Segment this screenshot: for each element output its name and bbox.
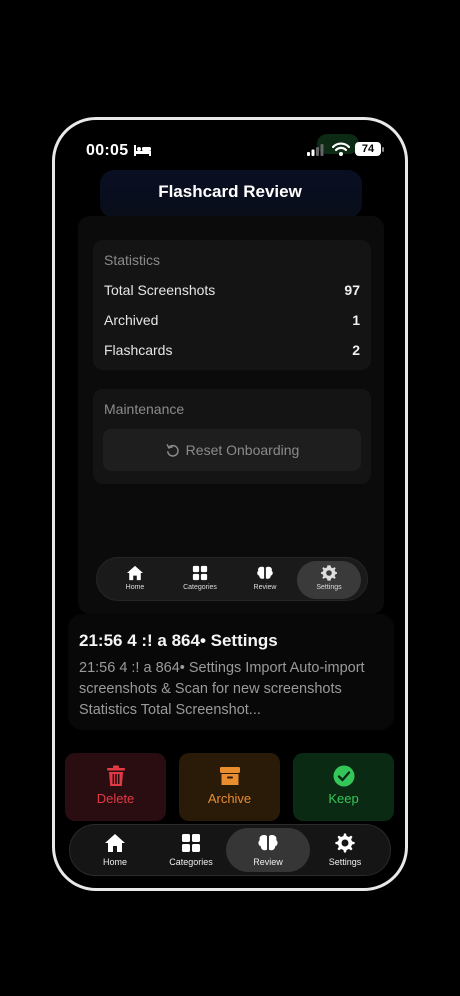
tab-settings[interactable]: Settings [303,828,387,872]
stat-value: 2 [352,342,360,358]
stat-row-flashcards: Flashcards 2 [104,342,360,362]
preview-tab-home: Home [103,561,167,599]
grid-icon [192,565,208,581]
preview-tab-bar: Home Categories Review Settings [96,557,368,601]
preview-tab-review: Review [233,561,297,599]
tab-label: Categories [169,857,213,867]
reset-arrow-icon [166,443,179,457]
delete-label: Delete [96,791,135,806]
maintenance-title: Maintenance [104,401,185,417]
stat-label: Total Screenshots [104,282,216,298]
battery-indicator: 74 [355,142,381,156]
tab-label: Home [102,857,127,867]
tab-label: Review [253,857,283,867]
stat-label: Flashcards [104,342,173,358]
archive-button[interactable]: Archive [179,753,280,821]
battery-tip [382,147,384,152]
wifi-icon [332,142,350,156]
tab-home[interactable]: Home [73,828,157,872]
preview-tab-label: Categories [183,584,217,591]
preview-tab-categories: Categories [168,561,232,599]
brain-icon [257,566,273,579]
preview-tab-settings: Settings [297,561,361,599]
reset-onboarding-label: Reset Onboarding [185,442,300,458]
trash-icon [106,765,125,786]
gear-icon [335,833,355,853]
stat-value: 1 [352,312,360,328]
archive-box-icon [219,767,240,785]
flashcard-body: 21:56 4 :! a 864• Settings Import Auto-i… [79,660,365,718]
gear-icon [321,565,337,581]
flashcard-title: 21:56 4 :! a 864• Settings [79,631,278,650]
bed-icon [134,145,151,156]
home-icon [127,565,143,581]
archive-label: Archive [207,791,252,806]
preview-tab-label: Review [253,584,277,591]
reset-onboarding-button[interactable]: Reset Onboarding [103,429,361,471]
checkmark-circle-icon [333,765,354,787]
tab-bar: Home Categories Review Settings [69,824,391,876]
status-bar: 00:05 74 [55,120,405,180]
home-icon [105,834,125,852]
stat-label: Archived [104,312,159,328]
stat-value: 97 [344,282,360,298]
tab-categories[interactable]: Categories [149,828,233,872]
tab-review[interactable]: Review [226,828,310,872]
keep-button[interactable]: Keep [293,753,394,821]
statistics-title: Statistics [104,252,161,268]
preview-tab-label: Home [125,584,145,591]
stat-row-archived: Archived 1 [104,312,360,332]
maintenance-section: Maintenance Reset Onboarding [93,389,371,484]
phone-frame: 00:05 74 Flashcard Review Statistics Tot… [52,117,408,891]
grid-icon [182,834,200,852]
brain-icon [258,835,278,851]
keep-label: Keep [328,791,359,806]
preview-tab-label: Settings [316,584,342,591]
cellular-signal-icon [307,144,324,156]
status-time: 00:05 [86,142,129,159]
page-title: Flashcard Review [158,182,302,201]
statistics-section: Statistics Total Screenshots 97 Archived… [93,240,371,370]
tab-label: Settings [328,857,362,867]
delete-button[interactable]: Delete [65,753,166,821]
stat-row-total: Total Screenshots 97 [104,282,360,302]
